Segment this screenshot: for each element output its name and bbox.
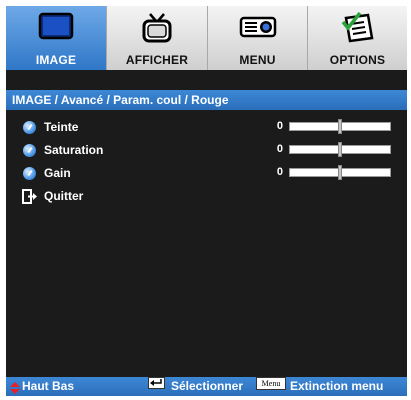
tab-label: MENU	[239, 53, 276, 67]
exit-icon	[22, 189, 38, 209]
projector-icon	[238, 12, 278, 47]
footer-select-label: Sélectionner	[171, 379, 244, 393]
tab-label: AFFICHER	[125, 53, 189, 67]
item-label: Quitter	[44, 189, 84, 203]
item-label: Saturation	[44, 143, 104, 157]
menu-item-quitter[interactable]: Quitter	[18, 187, 398, 207]
item-value: 0	[276, 143, 283, 155]
up-down-arrow-icon	[10, 381, 20, 400]
gain-slider[interactable]	[289, 165, 391, 180]
footer-bar: Haut Bas Sélectionner Menu Extinction me…	[6, 377, 407, 396]
dial-icon	[23, 144, 36, 157]
menu-item-teinte[interactable]: Teinte 0	[18, 118, 398, 138]
tab-options[interactable]: OPTIONS	[308, 6, 407, 70]
footer-exit-label: Extinction menu	[290, 379, 384, 393]
monitor-icon	[38, 12, 74, 47]
osd-menu: IMAGE AFFICHER MENU OPTIONS IMAGE / Avan…	[6, 6, 407, 396]
item-label: Gain	[44, 166, 71, 180]
footer-nav-label: Haut Bas	[22, 379, 75, 393]
menu-item-saturation[interactable]: Saturation 0	[18, 141, 398, 161]
saturation-slider[interactable]	[289, 142, 391, 157]
menu-key-icon: Menu	[256, 377, 286, 390]
checklist-icon	[340, 11, 376, 49]
teinte-slider[interactable]	[289, 119, 391, 134]
tab-menu[interactable]: MENU	[208, 6, 308, 70]
tab-image[interactable]: IMAGE	[6, 6, 107, 70]
breadcrumb: IMAGE / Avancé / Param. coul / Rouge	[6, 90, 407, 110]
slider-thumb[interactable]	[338, 119, 342, 134]
tab-label: OPTIONS	[329, 53, 386, 67]
menu-item-gain[interactable]: Gain 0	[18, 164, 398, 184]
tab-afficher[interactable]: AFFICHER	[107, 6, 208, 70]
slider-thumb[interactable]	[338, 142, 342, 157]
tab-bar: IMAGE AFFICHER MENU OPTIONS	[6, 6, 407, 70]
dial-icon	[23, 167, 36, 180]
item-value: 0	[276, 120, 283, 132]
item-value: 0	[276, 166, 283, 178]
slider-thumb[interactable]	[338, 165, 342, 180]
tab-label: IMAGE	[35, 53, 77, 67]
tv-icon	[140, 12, 174, 49]
enter-key-icon	[148, 377, 165, 389]
dial-icon	[23, 121, 36, 134]
item-label: Teinte	[44, 120, 79, 134]
